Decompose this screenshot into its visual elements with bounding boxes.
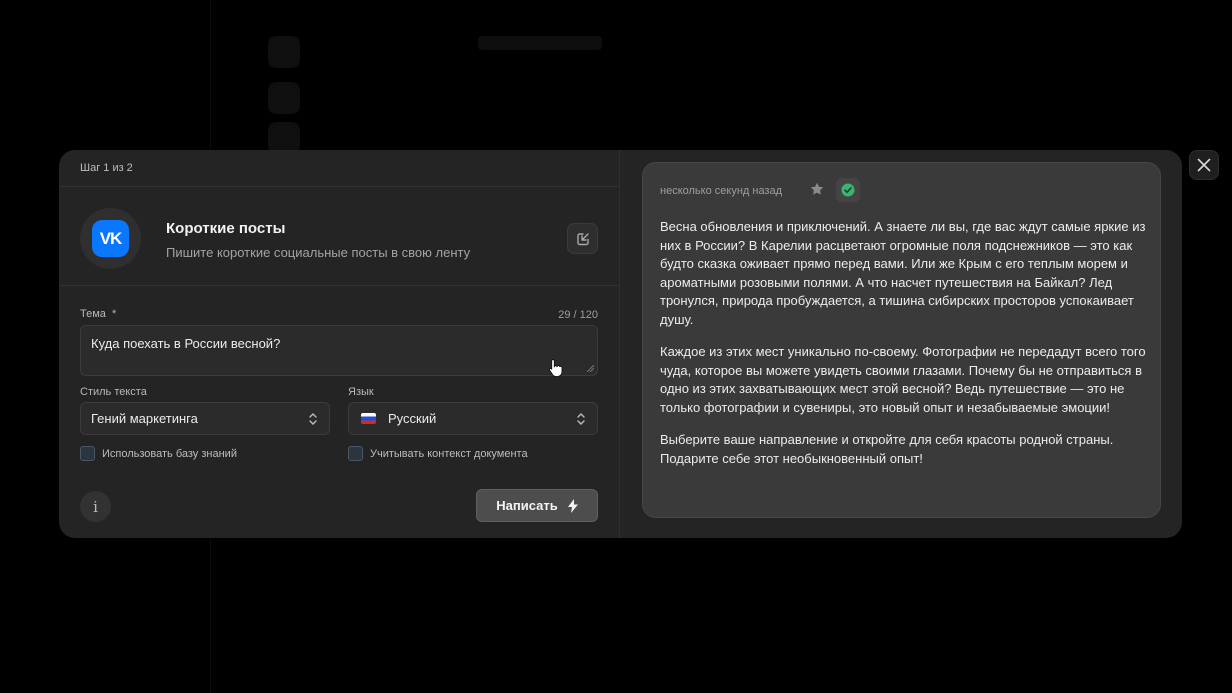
hand-cursor-icon [549, 359, 563, 378]
use-context-checkbox-row[interactable]: Учитывать контекст документа [348, 446, 528, 461]
app-subtitle: Пишите короткие социальные посты в свою … [166, 245, 471, 260]
russia-flag-icon [361, 413, 376, 424]
use-knowledge-checkbox-row[interactable]: Использовать базу знаний [80, 446, 237, 461]
background-nav-icon [268, 82, 300, 114]
language-value: Русский [388, 411, 437, 426]
app-header: VK Короткие посты Пишите короткие социал… [59, 187, 619, 286]
style-value: Гений маркетинга [91, 411, 198, 426]
generated-post-text: Весна обновления и приключений. А знаете… [660, 218, 1150, 482]
use-context-label: Учитывать контекст документа [370, 447, 528, 460]
select-chevron-icon [309, 413, 317, 425]
external-link-icon [576, 232, 589, 245]
style-select[interactable]: Гений маркетинга [80, 402, 330, 435]
info-button[interactable]: i [80, 491, 111, 522]
use-knowledge-label: Использовать базу знаний [102, 447, 237, 460]
post-paragraph: Выберите ваше направление и откройте для… [660, 432, 1114, 466]
open-external-button[interactable] [567, 223, 598, 254]
app-title: Короткие посты [166, 220, 286, 237]
write-button-label: Написать [496, 498, 558, 513]
star-icon[interactable] [809, 181, 825, 197]
check-circle-icon [841, 183, 855, 197]
post-paragraph: Весна обновления и приключений. А знаете… [660, 219, 1146, 327]
language-label: Язык [348, 386, 374, 398]
step-indicator: Шаг 1 из 2 [59, 150, 619, 187]
write-button[interactable]: Написать [476, 489, 598, 522]
topic-label: Тема * [80, 308, 117, 320]
use-knowledge-checkbox[interactable] [80, 446, 95, 461]
use-context-checkbox[interactable] [348, 446, 363, 461]
app-logo: VK [80, 208, 141, 269]
post-paragraph: Каждое из этих мест уникально по-своему.… [660, 344, 1146, 415]
background-title [478, 36, 602, 50]
post-generator-modal: Шаг 1 из 2 VK Короткие посты Пишите коро… [59, 150, 1182, 538]
result-pane: несколько секунд назад Весна обновления … [620, 150, 1182, 538]
post-form: Тема * 29 / 120 Куда поехать в России ве… [59, 286, 619, 537]
generated-post-card: несколько секунд назад Весна обновления … [642, 162, 1161, 518]
language-select[interactable]: Русский [348, 402, 598, 435]
timestamp: несколько секунд назад [660, 185, 783, 197]
close-icon [1197, 158, 1211, 172]
step-label: Шаг 1 из 2 [80, 162, 133, 174]
close-modal-button[interactable] [1189, 150, 1219, 180]
info-icon: i [93, 497, 98, 516]
required-mark: * [112, 308, 117, 320]
select-chevron-icon [577, 413, 585, 425]
topic-textarea[interactable]: Куда поехать в России весной? [80, 325, 598, 376]
topic-value: Куда поехать в России весной? [91, 336, 281, 351]
style-label: Стиль текста [80, 386, 147, 398]
vk-logo-icon: VK [92, 220, 129, 257]
accept-button[interactable] [836, 178, 860, 202]
lightning-icon [567, 498, 578, 513]
background-nav-icon [268, 36, 300, 68]
topic-char-counter: 29 / 120 [558, 309, 598, 321]
resize-grip-icon[interactable] [586, 364, 594, 372]
settings-pane: Шаг 1 из 2 VK Короткие посты Пишите коро… [59, 150, 620, 538]
